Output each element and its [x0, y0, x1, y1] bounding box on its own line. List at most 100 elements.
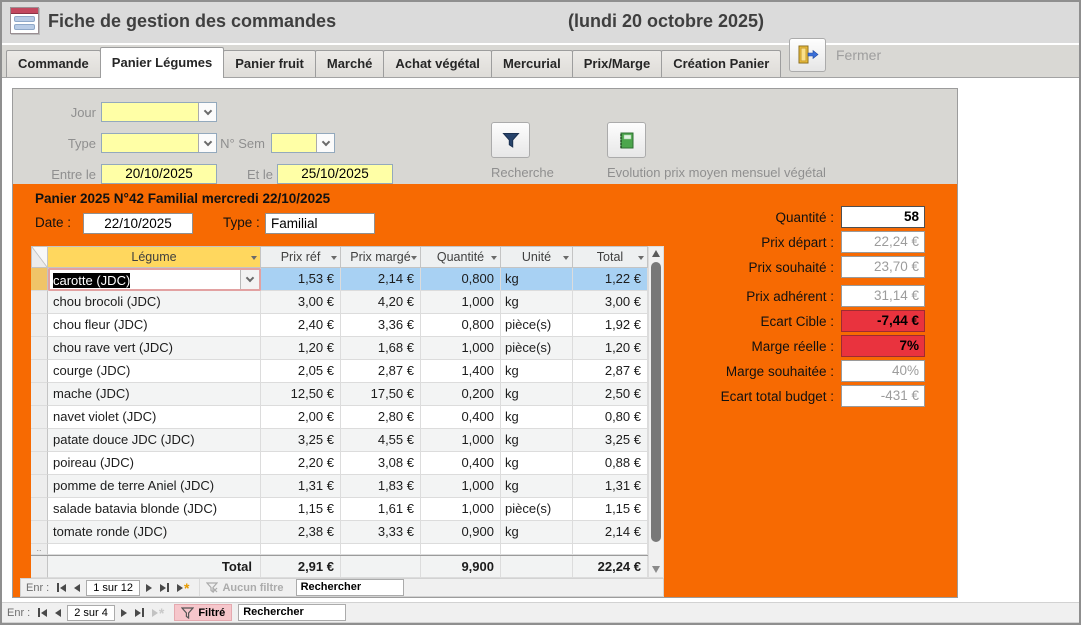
cell-quantite[interactable]: 0,200 — [421, 383, 501, 406]
et-le-date-field[interactable]: 25/10/2025 — [277, 164, 393, 184]
cell-prix-marge[interactable]: 1,61 € — [341, 498, 421, 521]
legume-combo-button[interactable] — [240, 270, 259, 289]
cell-unite[interactable]: kg — [501, 406, 573, 429]
first-record-button[interactable] — [34, 605, 51, 620]
new-record-row[interactable]: .. — [31, 544, 648, 555]
cell-unite[interactable]: kg — [501, 268, 573, 291]
cell-legume[interactable]: chou fleur (JDC) — [48, 314, 261, 337]
column-dropdown-icon[interactable] — [563, 256, 569, 260]
row-selector[interactable] — [31, 360, 48, 383]
tab[interactable]: Marché — [315, 50, 385, 77]
column-dropdown-icon[interactable] — [331, 256, 337, 260]
column-header[interactable]: Total — [573, 246, 648, 268]
table-row[interactable]: carotte (JDC) 1,53 € 2,14 € 0,800 kg 1,2… — [31, 268, 648, 291]
no-filter-button[interactable]: Aucun filtre — [199, 579, 289, 596]
cell-prix-ref[interactable]: 3,25 € — [261, 429, 341, 452]
previous-record-button[interactable] — [70, 580, 84, 595]
vertical-scrollbar[interactable] — [648, 246, 664, 578]
type-combobox[interactable] — [101, 133, 217, 153]
column-dropdown-icon[interactable] — [491, 256, 497, 260]
cell-prix-ref[interactable]: 2,00 € — [261, 406, 341, 429]
last-record-button[interactable] — [156, 580, 173, 595]
num-sem-combobox[interactable] — [271, 133, 335, 153]
select-all-corner[interactable] — [31, 246, 48, 268]
column-header[interactable]: Prix margé — [341, 246, 421, 268]
scroll-up-icon[interactable] — [652, 250, 660, 257]
cell-quantite[interactable]: 1,000 — [421, 337, 501, 360]
cell-prix-ref[interactable]: 12,50 € — [261, 383, 341, 406]
summary-value[interactable]: 7% — [841, 335, 925, 357]
cell-legume[interactable]: chou brocoli (JDC) — [48, 291, 261, 314]
row-selector[interactable] — [31, 475, 48, 498]
table-row[interactable]: pomme de terre Aniel (JDC) 1,31 € 1,83 €… — [31, 475, 648, 498]
summary-value[interactable]: 58 — [841, 206, 925, 228]
cell-total[interactable]: 0,88 € — [573, 452, 648, 475]
summary-value[interactable]: -7,44 € — [841, 310, 925, 332]
row-selector[interactable] — [31, 498, 48, 521]
tab[interactable]: Panier Légumes — [100, 47, 224, 78]
next-record-button[interactable] — [117, 605, 131, 620]
cell-unite[interactable]: kg — [501, 383, 573, 406]
chevron-down-icon[interactable] — [198, 103, 216, 121]
cell-legume[interactable]: salade batavia blonde (JDC) — [48, 498, 261, 521]
table-row[interactable]: salade batavia blonde (JDC) 1,15 € 1,61 … — [31, 498, 648, 521]
cell-quantite[interactable]: 1,000 — [421, 429, 501, 452]
cell-unite[interactable]: kg — [501, 429, 573, 452]
row-selector[interactable] — [31, 383, 48, 406]
cell-quantite[interactable]: 1,400 — [421, 360, 501, 383]
cell-prix-marge[interactable]: 3,33 € — [341, 521, 421, 544]
cell-quantite[interactable]: 0,400 — [421, 406, 501, 429]
tab[interactable]: Panier fruit — [223, 50, 316, 77]
column-header[interactable]: Prix réf — [261, 246, 341, 268]
cell-legume[interactable]: tomate ronde (JDC) — [48, 521, 261, 544]
cell-quantite[interactable]: 0,800 — [421, 268, 501, 291]
fermer-button[interactable] — [789, 38, 826, 72]
cell-prix-marge[interactable]: 1,83 € — [341, 475, 421, 498]
cell-prix-ref[interactable]: 2,20 € — [261, 452, 341, 475]
type-field[interactable]: Familial — [265, 213, 375, 234]
cell-quantite[interactable]: 0,400 — [421, 452, 501, 475]
cell-total[interactable]: 2,50 € — [573, 383, 648, 406]
next-record-button[interactable] — [142, 580, 156, 595]
row-selector[interactable] — [31, 406, 48, 429]
record-search-input[interactable]: Rechercher — [238, 604, 346, 621]
row-selector[interactable] — [31, 337, 48, 360]
column-header[interactable]: Unité — [501, 246, 573, 268]
row-selector[interactable] — [31, 429, 48, 452]
table-row[interactable]: navet violet (JDC) 2,00 € 2,80 € 0,400 k… — [31, 406, 648, 429]
cell-quantite[interactable]: 1,000 — [421, 498, 501, 521]
cell-prix-ref[interactable]: 1,53 € — [261, 268, 341, 291]
row-selector[interactable] — [31, 314, 48, 337]
tab[interactable]: Mercurial — [491, 50, 573, 77]
cell-prix-marge[interactable]: 4,20 € — [341, 291, 421, 314]
evolution-button[interactable] — [607, 122, 646, 158]
cell-prix-marge[interactable]: 3,08 € — [341, 452, 421, 475]
tab[interactable]: Création Panier — [661, 50, 781, 77]
record-position-field[interactable]: 2 sur 4 — [67, 605, 115, 621]
cell-quantite[interactable]: 1,000 — [421, 291, 501, 314]
table-row[interactable]: mache (JDC) 12,50 € 17,50 € 0,200 kg 2,5… — [31, 383, 648, 406]
cell-prix-ref[interactable]: 1,31 € — [261, 475, 341, 498]
cell-prix-ref[interactable]: 2,05 € — [261, 360, 341, 383]
table-row[interactable]: patate douce JDC (JDC) 3,25 € 4,55 € 1,0… — [31, 429, 648, 452]
cell-legume[interactable]: poireau (JDC) — [48, 452, 261, 475]
table-row[interactable]: chou fleur (JDC) 2,40 € 3,36 € 0,800 piè… — [31, 314, 648, 337]
summary-value[interactable]: 22,24 € — [841, 231, 925, 253]
cell-prix-marge[interactable]: 17,50 € — [341, 383, 421, 406]
cell-legume[interactable]: patate douce JDC (JDC) — [48, 429, 261, 452]
cell-quantite[interactable]: 0,900 — [421, 521, 501, 544]
cell-prix-marge[interactable]: 2,87 € — [341, 360, 421, 383]
cell-total[interactable]: 1,31 € — [573, 475, 648, 498]
column-header[interactable]: Quantité — [421, 246, 501, 268]
row-selector[interactable] — [31, 521, 48, 544]
cell-prix-ref[interactable]: 3,00 € — [261, 291, 341, 314]
cell-total[interactable]: 2,87 € — [573, 360, 648, 383]
table-row[interactable]: chou brocoli (JDC) 3,00 € 4,20 € 1,000 k… — [31, 291, 648, 314]
cell-quantite[interactable]: 0,800 — [421, 314, 501, 337]
table-row[interactable]: chou rave vert (JDC) 1,20 € 1,68 € 1,000… — [31, 337, 648, 360]
table-row[interactable]: poireau (JDC) 2,20 € 3,08 € 0,400 kg 0,8… — [31, 452, 648, 475]
summary-value[interactable]: 40% — [841, 360, 925, 382]
cell-unite[interactable]: kg — [501, 521, 573, 544]
summary-value[interactable]: 23,70 € — [841, 256, 925, 278]
cell-total[interactable]: 1,20 € — [573, 337, 648, 360]
